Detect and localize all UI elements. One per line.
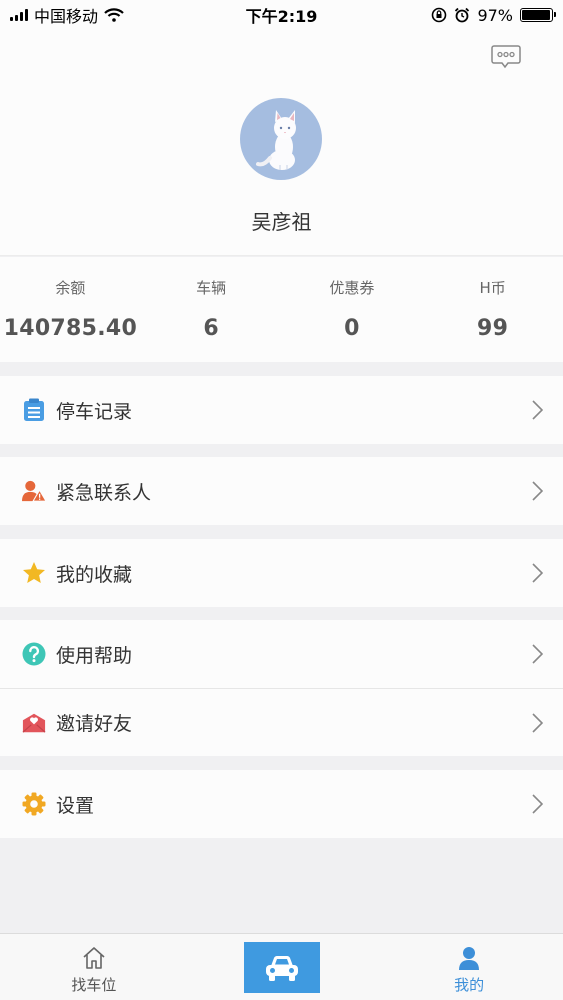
- menu-label: 设置: [56, 794, 95, 817]
- stat-vehicles[interactable]: 车辆 6: [141, 257, 282, 362]
- tab-find-parking[interactable]: 找车位: [0, 934, 188, 1000]
- stat-balance[interactable]: 余额 140785.40: [0, 257, 141, 362]
- tab-label: 找车位: [71, 976, 117, 994]
- star-icon: [22, 561, 46, 585]
- profile-page: 中国移动 下午2:19 97% 吴彦祖 余额 140785.40 车辆 6 优惠…: [0, 0, 563, 1000]
- menu-group: 紧急联系人: [0, 457, 563, 525]
- car-button[interactable]: [243, 942, 320, 993]
- tab-car-center[interactable]: [188, 934, 376, 1000]
- menu-item-settings[interactable]: 设置: [0, 770, 563, 838]
- menu-group: 使用帮助 邀请好友: [0, 620, 563, 756]
- menu-label: 使用帮助: [56, 644, 133, 667]
- menu-item-favorites[interactable]: 我的收藏: [0, 539, 563, 607]
- chevron-right-icon: [532, 644, 543, 664]
- avatar[interactable]: [240, 98, 322, 180]
- chat-bubble-icon[interactable]: [491, 44, 521, 70]
- wifi-icon: [104, 8, 124, 22]
- chevron-right-icon: [532, 563, 543, 583]
- stat-h-coins[interactable]: H币 99: [422, 257, 563, 362]
- stat-label: 车辆: [196, 279, 227, 297]
- cat-avatar-icon: [256, 110, 296, 170]
- profile-header: 吴彦祖: [0, 30, 563, 256]
- stat-value: 140785.40: [3, 316, 138, 341]
- stat-label: 优惠券: [329, 279, 375, 297]
- battery-percent: 97%: [477, 5, 513, 25]
- menu-item-parking-records[interactable]: 停车记录: [0, 376, 563, 444]
- car-icon: [265, 955, 298, 981]
- stat-value: 0: [344, 316, 360, 341]
- chevron-right-icon: [532, 481, 543, 501]
- stat-value: 6: [203, 316, 219, 341]
- menu-item-help[interactable]: 使用帮助: [0, 620, 563, 688]
- home-icon: [83, 947, 105, 969]
- stat-coupons[interactable]: 优惠券 0: [282, 257, 423, 362]
- username: 吴彦祖: [251, 210, 312, 234]
- contact-alert-icon: [22, 479, 46, 503]
- menu-item-invite-friends[interactable]: 邀请好友: [0, 688, 563, 756]
- signal-icon: [10, 9, 28, 21]
- battery-icon: [520, 8, 556, 22]
- stat-label: H币: [479, 279, 506, 297]
- carrier-name: 中国移动: [34, 7, 99, 26]
- orientation-lock-icon: [432, 7, 447, 23]
- tab-bar: 找车位 我的: [0, 933, 563, 1000]
- tab-label: 我的: [454, 976, 485, 994]
- menu-label: 邀请好友: [56, 713, 133, 735]
- account-stats: 余额 140785.40 车辆 6 优惠券 0 H币 99: [0, 257, 563, 362]
- clipboard-icon: [22, 398, 46, 422]
- status-bar: 中国移动 下午2:19 97%: [0, 0, 563, 30]
- help-icon: [22, 642, 46, 666]
- menu-group: 停车记录: [0, 376, 563, 444]
- stat-value: 99: [477, 316, 509, 341]
- tab-mine[interactable]: 我的: [375, 934, 563, 1000]
- menu-label: 我的收藏: [56, 563, 133, 586]
- status-time: 下午2:19: [245, 7, 318, 26]
- user-icon: [459, 947, 480, 970]
- menu-group: 我的收藏: [0, 539, 563, 607]
- menu-item-emergency-contacts[interactable]: 紧急联系人: [0, 457, 563, 525]
- chevron-right-icon: [532, 713, 543, 733]
- menu-group: 设置: [0, 770, 563, 838]
- alarm-icon: [455, 7, 470, 23]
- invite-envelope-icon: [22, 711, 46, 735]
- stat-label: 余额: [55, 279, 86, 297]
- chevron-right-icon: [532, 794, 543, 814]
- chevron-right-icon: [532, 400, 543, 420]
- menu-label: 停车记录: [56, 400, 133, 423]
- menu-label: 紧急联系人: [56, 481, 152, 504]
- gear-icon: [22, 792, 46, 816]
